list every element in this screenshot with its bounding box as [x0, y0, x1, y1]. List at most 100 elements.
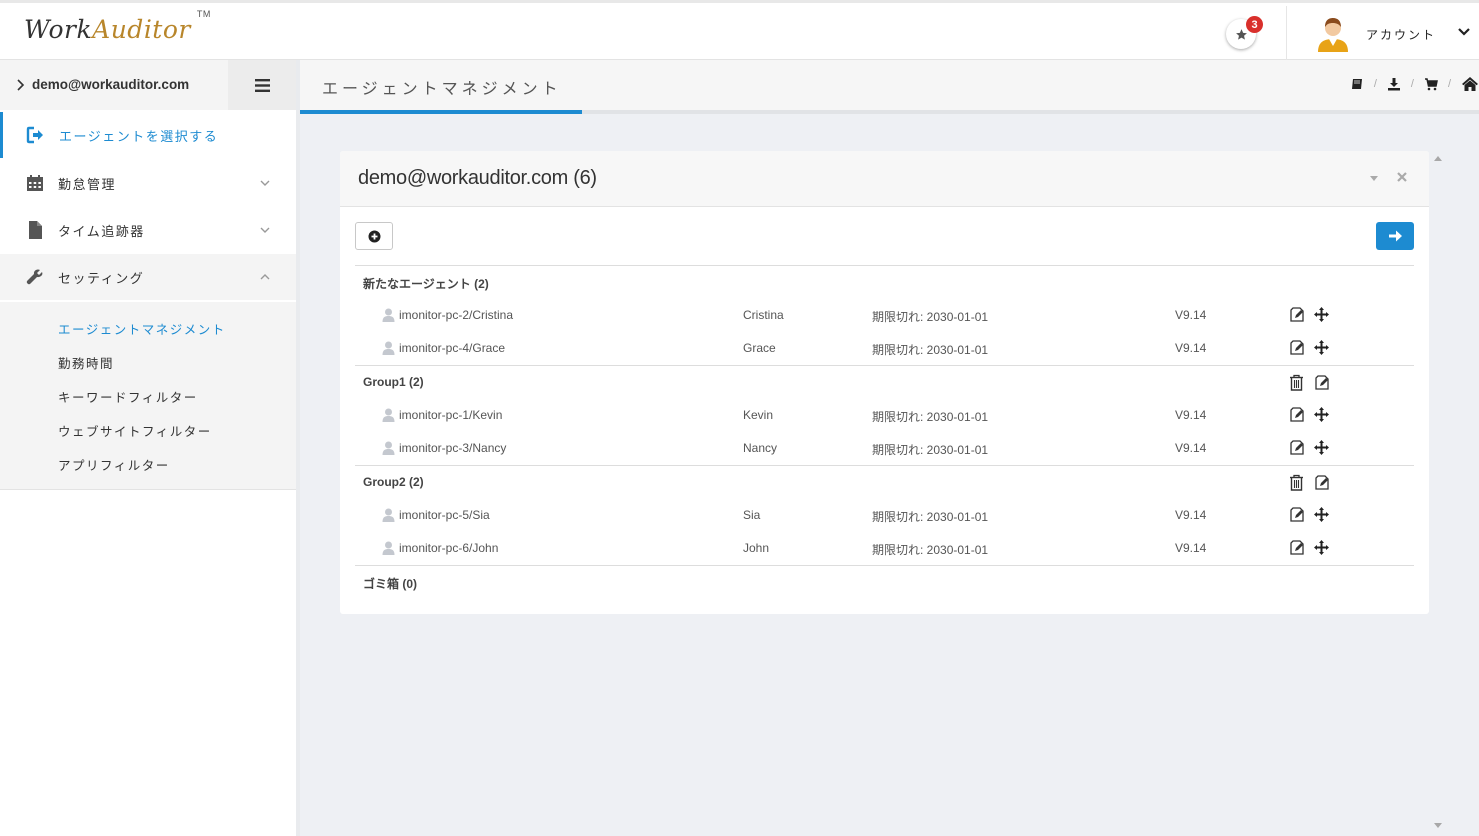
submenu-item-agent-management[interactable]: エージェントマネジメント	[58, 319, 226, 338]
table-row[interactable]: imonitor-pc-5/Sia Sia 期限切れ: 2030-01-01 V…	[355, 505, 1414, 525]
table-row[interactable]: imonitor-pc-6/John John 期限切れ: 2030-01-01…	[355, 538, 1414, 558]
row-actions	[1288, 439, 1330, 456]
account-menu-label[interactable]: アカウント	[1366, 26, 1436, 43]
submenu-item-website-filter[interactable]: ウェブサイトフィルター	[58, 421, 212, 440]
close-icon[interactable]	[1396, 171, 1408, 183]
group-header-group2[interactable]: Group2 (2)	[363, 475, 424, 489]
arrow-right-icon	[1388, 230, 1402, 242]
group-header-trash[interactable]: ゴミ箱 (0)	[363, 575, 417, 592]
edit-icon[interactable]	[1288, 406, 1305, 423]
agent-host: imonitor-pc-5/Sia	[399, 508, 490, 522]
sidebar-item-label: エージェントを選択する	[59, 128, 219, 144]
notification-badge: 3	[1246, 16, 1263, 33]
table-row[interactable]: imonitor-pc-3/Nancy Nancy 期限切れ: 2030-01-…	[355, 438, 1414, 458]
move-icon[interactable]	[1313, 339, 1330, 356]
submenu-item-app-filter[interactable]: アプリフィルター	[58, 455, 170, 474]
edit-icon[interactable]	[1288, 306, 1305, 323]
move-icon[interactable]	[1313, 439, 1330, 456]
submenu-item-keyword-filter[interactable]: キーワードフィルター	[58, 387, 198, 406]
home-icon[interactable]	[1461, 76, 1479, 92]
group-header-new-agents[interactable]: 新たなエージェント (2)	[363, 275, 489, 292]
chevron-down-icon[interactable]	[1457, 25, 1471, 39]
agent-version: V9.14	[1175, 508, 1207, 522]
download-icon[interactable]	[1387, 77, 1401, 91]
row-divider	[355, 365, 1414, 366]
group-header-group1[interactable]: Group1 (2)	[363, 375, 424, 389]
edit-icon[interactable]	[1288, 439, 1305, 456]
scroll-up-icon[interactable]	[1434, 155, 1442, 161]
agent-name: Nancy	[743, 441, 778, 455]
agent-host: imonitor-pc-6/John	[399, 541, 499, 555]
next-button[interactable]	[1376, 222, 1414, 250]
user-icon	[382, 541, 395, 555]
agent-expiry: 期限切れ: 2030-01-01	[872, 543, 989, 557]
calendar-icon	[27, 175, 43, 191]
move-icon[interactable]	[1313, 506, 1330, 523]
agent-host: imonitor-pc-2/Cristina	[399, 308, 514, 322]
add-group-button[interactable]	[355, 222, 393, 250]
group-actions	[1288, 374, 1330, 391]
page-title-underline	[300, 110, 1479, 114]
sidebar-item-label: タイム追跡器	[58, 223, 145, 239]
edit-icon[interactable]	[1288, 339, 1305, 356]
submenu-item-work-hours[interactable]: 勤務時間	[58, 353, 114, 372]
agent-expiry: 期限切れ: 2030-01-01	[872, 510, 989, 524]
chevron-down-icon	[260, 180, 270, 186]
sidebar-edge	[296, 60, 300, 836]
page-title: エージェントマネジメント	[322, 81, 562, 98]
row-actions	[1288, 539, 1330, 556]
move-icon[interactable]	[1313, 306, 1330, 323]
sidebar-item-select-agent[interactable]: エージェントを選択する	[0, 112, 296, 158]
portlet-title: demo@workauditor.com (6)	[358, 167, 597, 189]
sidebar-item-attendance[interactable]: 勤怠管理	[0, 160, 296, 206]
agent-host: imonitor-pc-1/Kevin	[399, 408, 503, 422]
edit-icon[interactable]	[1288, 539, 1305, 556]
row-actions	[1288, 306, 1330, 323]
agent-expiry: 期限切れ: 2030-01-01	[872, 343, 989, 357]
menu-toggle-button[interactable]	[228, 60, 296, 110]
row-actions	[1288, 406, 1330, 423]
portlet-header: demo@workauditor.com (6)	[340, 151, 1429, 207]
scroll-down-icon[interactable]	[1434, 823, 1442, 829]
edit-icon[interactable]	[1313, 474, 1330, 491]
edit-icon[interactable]	[1288, 506, 1305, 523]
edit-icon[interactable]	[1313, 374, 1330, 391]
agent-version: V9.14	[1175, 308, 1207, 322]
table-row[interactable]: imonitor-pc-2/Cristina Cristina 期限切れ: 20…	[355, 305, 1414, 325]
sidebar-item-settings[interactable]: セッティング	[0, 254, 296, 300]
file-icon	[29, 221, 42, 239]
top-header: WorkAuditor TM 3 アカウント	[0, 0, 1479, 62]
chevron-down-icon	[260, 227, 270, 233]
workauditor-logo[interactable]: WorkAuditor TM	[24, 9, 210, 44]
page-scrollbar[interactable]	[1432, 151, 1444, 836]
row-actions	[1288, 339, 1330, 356]
table-row[interactable]: imonitor-pc-4/Grace Grace 期限切れ: 2030-01-…	[355, 338, 1414, 358]
cart-icon[interactable]	[1424, 77, 1438, 91]
sidebar-item-time-tracker[interactable]: タイム追跡器	[0, 207, 296, 253]
sidebar-user-row[interactable]: demo@workauditor.com	[0, 60, 296, 110]
agent-name: Cristina	[743, 308, 784, 322]
trash-icon[interactable]	[1288, 374, 1305, 391]
settings-submenu: エージェントマネジメント 勤務時間 キーワードフィルター ウェブサイトフィルター…	[0, 302, 296, 490]
book-icon[interactable]	[1350, 77, 1364, 91]
move-icon[interactable]	[1313, 539, 1330, 556]
user-avatar[interactable]	[1316, 16, 1350, 52]
agent-version: V9.14	[1175, 441, 1207, 455]
user-icon	[382, 508, 395, 522]
row-divider	[355, 265, 1414, 266]
chevron-right-icon	[17, 79, 25, 91]
sidebar: demo@workauditor.com エージェントを選択する 勤怠管理 タイ…	[0, 60, 296, 836]
chevron-up-icon	[260, 274, 270, 280]
agent-expiry: 期限切れ: 2030-01-01	[872, 443, 989, 457]
page-title-bar: エージェントマネジメント / / /	[300, 60, 1479, 110]
table-row[interactable]: imonitor-pc-1/Kevin Kevin 期限切れ: 2030-01-…	[355, 405, 1414, 425]
move-icon[interactable]	[1313, 406, 1330, 423]
agent-expiry: 期限切れ: 2030-01-01	[872, 310, 989, 324]
logo-work-text: Work	[24, 15, 93, 44]
collapse-icon[interactable]	[1368, 173, 1380, 183]
trash-icon[interactable]	[1288, 474, 1305, 491]
logo-trademark: TM	[196, 8, 211, 19]
user-icon	[382, 308, 395, 322]
user-icon	[382, 441, 395, 455]
agent-name: Sia	[743, 508, 761, 522]
